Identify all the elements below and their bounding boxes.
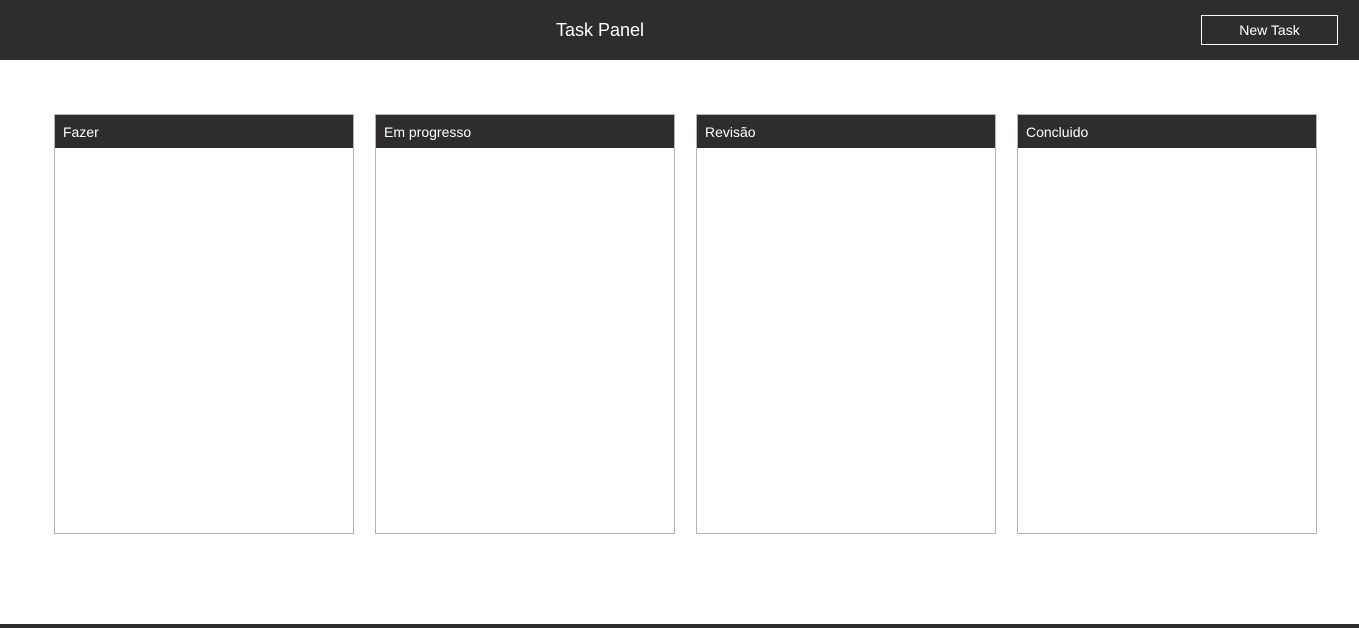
column-fazer: Fazer: [54, 114, 354, 534]
column-header-fazer: Fazer: [55, 115, 353, 148]
page-title: Task Panel: [555, 20, 645, 40]
column-header-concluido: Concluido: [1018, 115, 1316, 148]
column-concluido: Concluido: [1017, 114, 1317, 534]
bottom-edge-bar: [0, 624, 1359, 628]
column-header-em-progresso: Em progresso: [376, 115, 674, 148]
task-board: Fazer Em progresso Revisão Concluido: [54, 114, 1317, 534]
new-task-button[interactable]: New Task: [1201, 15, 1338, 45]
column-dropzone-em-progresso[interactable]: [376, 148, 674, 533]
top-bar: Task Panel New Task: [0, 0, 1359, 60]
column-dropzone-concluido[interactable]: [1018, 148, 1316, 533]
column-dropzone-fazer[interactable]: [55, 148, 353, 533]
column-revisao: Revisão: [696, 114, 996, 534]
column-em-progresso: Em progresso: [375, 114, 675, 534]
column-header-revisao: Revisão: [697, 115, 995, 148]
column-dropzone-revisao[interactable]: [697, 148, 995, 533]
